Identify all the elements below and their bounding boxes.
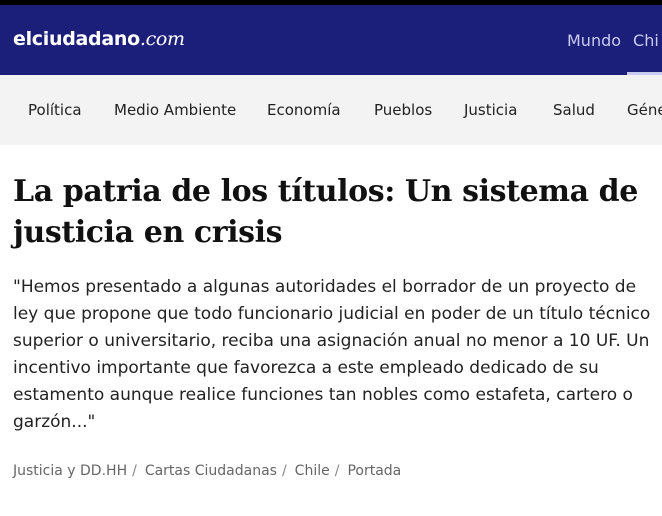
tag-portada[interactable]: Portada — [347, 463, 401, 479]
tag-separator: / — [132, 463, 137, 479]
category-pueblos[interactable]: Pueblos — [374, 101, 432, 119]
category-justicia[interactable]: Justicia — [464, 101, 517, 119]
tag-justicia-ddhh[interactable]: Justicia y DD.HH — [13, 463, 127, 479]
category-economia[interactable]: Economía — [267, 101, 341, 119]
tag-chile[interactable]: Chile — [295, 463, 330, 479]
logo-domain: .com — [139, 28, 185, 50]
site-logo[interactable]: elciudadano.com — [13, 28, 185, 50]
logo-main: elciudadano — [13, 28, 140, 50]
category-salud[interactable]: Salud — [553, 101, 595, 119]
category-genero[interactable]: Géne — [627, 101, 662, 119]
article-lead: "Hemos presentado a algunas autoridades … — [13, 277, 651, 432]
category-medio-ambiente[interactable]: Medio Ambiente — [114, 101, 236, 119]
article-tags: Justicia y DD.HH / Cartas Ciudadanas / Chile… — [13, 463, 401, 479]
article-title: La patria de los títulos: Un sistema de … — [13, 174, 638, 250]
category-politica[interactable]: Política — [28, 101, 82, 119]
tag-separator: / — [334, 463, 340, 479]
category-bar: Política Medio Ambiente Economía Pueblos… — [0, 75, 662, 145]
tag-separator: / — [281, 463, 287, 479]
nav-chile[interactable]: Chi — [633, 31, 659, 50]
site-header: elciudadano.com Mundo Chi — [0, 5, 662, 75]
top-nav: Mundo Chi — [567, 31, 662, 51]
tag-cartas-ciudadanas[interactable]: Cartas Ciudadanas — [145, 463, 277, 479]
nav-mundo[interactable]: Mundo — [567, 31, 621, 50]
